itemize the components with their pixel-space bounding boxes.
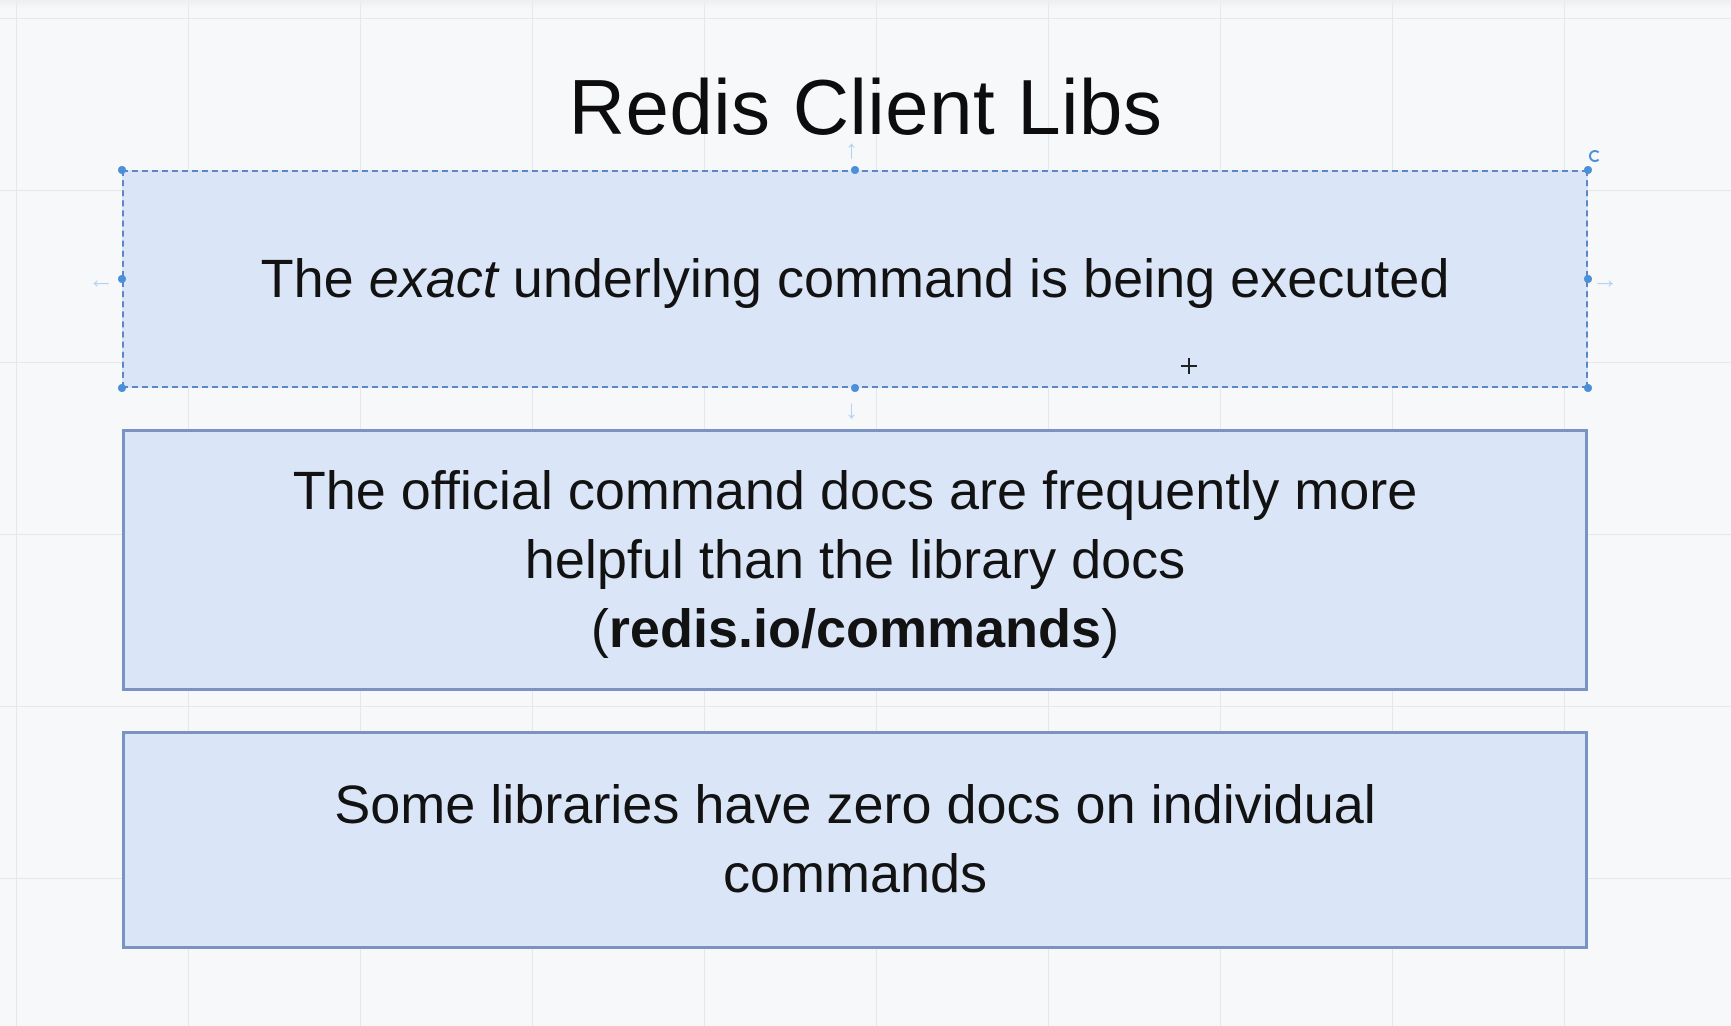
text-line: Some libraries have zero docs on individ… <box>334 775 1376 835</box>
text-part-before: The <box>260 248 369 309</box>
selection-handle-middle-right[interactable] <box>1584 275 1592 283</box>
resize-arrow-icon[interactable]: ↓ <box>845 396 858 422</box>
toolbar-ghost <box>0 0 1731 10</box>
paren-open: ( <box>590 598 609 659</box>
selection-handle-bottom-left[interactable] <box>118 384 126 392</box>
selection-handle-bottom-middle[interactable] <box>851 384 859 392</box>
resize-arrow-icon[interactable]: ← <box>88 266 114 292</box>
rotate-handle-icon[interactable] <box>1589 150 1601 162</box>
text-line: (redis.io/commands) <box>293 595 1418 664</box>
text-line: helpful than the library docs <box>524 529 1186 590</box>
text-box-official-docs[interactable]: The official command docs are frequently… <box>122 429 1588 691</box>
move-crosshair-cursor-icon <box>1180 357 1198 375</box>
text-box-exact-command[interactable]: The exact underlying command is being ex… <box>122 170 1588 388</box>
text-line: commands <box>722 844 988 904</box>
selection-handle-middle-left[interactable] <box>118 275 126 283</box>
selection-handle-top-right[interactable] <box>1584 166 1592 174</box>
text-box-exact-command-text: The exact underlying command is being ex… <box>221 245 1490 314</box>
text-part-after: underlying command is being executed <box>497 248 1450 309</box>
selection-handle-bottom-right[interactable] <box>1584 384 1592 392</box>
slide-title[interactable]: Redis Client Libs <box>0 62 1731 152</box>
text-box-zero-docs[interactable]: Some libraries have zero docs on individ… <box>122 731 1588 949</box>
selection-handle-top-middle[interactable] <box>851 166 859 174</box>
text-box-zero-docs-text: Some libraries have zero docs on individ… <box>294 771 1416 909</box>
docs-link-text: redis.io/commands <box>608 598 1102 659</box>
text-line: The official command docs are frequently… <box>292 460 1418 521</box>
selection-handle-top-left[interactable] <box>118 166 126 174</box>
resize-arrow-icon[interactable]: ↑ <box>845 136 858 162</box>
paren-close: ) <box>1101 598 1120 659</box>
text-part-italic: exact <box>368 248 498 309</box>
resize-arrow-icon[interactable]: → <box>1592 266 1618 292</box>
slide-canvas[interactable]: Redis Client Libs The exact underlying c… <box>0 0 1731 1026</box>
text-box-official-docs-text: The official command docs are frequently… <box>253 457 1458 664</box>
